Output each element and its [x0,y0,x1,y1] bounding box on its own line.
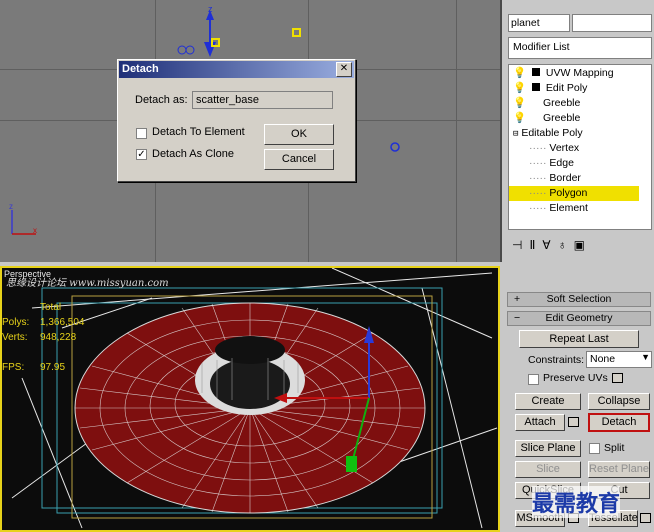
axis-z-label: z [208,4,213,14]
detach-as-clone-checkbox[interactable]: ✓ [136,149,147,160]
pivot-icon [390,142,400,152]
cancel-button[interactable]: Cancel [264,149,334,170]
subobject-label: Border [549,172,581,184]
settings-icon[interactable] [612,373,623,383]
subobject-label: Element [549,202,588,214]
object-name-extension [572,14,652,32]
subobject-border[interactable]: ····· Border [529,171,654,186]
close-button[interactable]: ✕ [336,62,352,77]
tripod-z-label: z [9,202,13,211]
bulb-icon[interactable]: 💡 [513,112,526,124]
subobject-polygon[interactable]: ····· Polygon [509,186,639,201]
expand-icon[interactable] [532,83,540,91]
stats-total: Total [40,302,62,313]
minus-icon: − [514,312,521,324]
bulb-icon[interactable]: 💡 [513,67,526,79]
stack-item-editable-poly[interactable]: ⊟ Editable Poly [513,126,647,141]
detach-button[interactable]: Detach [588,413,650,432]
stack-item-edit-poly[interactable]: 💡 Edit Poly [513,81,647,96]
subobject-label: Polygon [549,187,588,199]
subobject-label: Edge [549,157,574,169]
perspective-viewport[interactable]: 思缘设计论坛 www.missyuan.com Perspective Tota… [0,266,500,532]
reset-plane-button[interactable]: Reset Plane [588,461,650,478]
viewport-label[interactable]: Perspective [4,269,51,279]
rollout-title: Soft Selection [546,293,612,305]
preserve-uvs-checkbox[interactable] [528,374,539,385]
stack-item-label: Editable Poly [521,127,583,139]
stack-item-label: Edit Poly [545,82,588,94]
object-name-field[interactable] [508,14,570,32]
edit-geometry-rollout[interactable]: − Edit Geometry [507,311,651,326]
repeat-last-button[interactable]: Repeat Last [519,330,639,348]
stack-item-uvw-mapping[interactable]: 💡 UVW Mapping [513,66,647,81]
plus-icon: + [514,293,521,305]
subobject-label: Vertex [549,142,580,154]
watermark-bottom: 最需教育 [532,486,621,518]
verts-label: Verts: [2,332,28,343]
fps-label: FPS: [2,362,25,373]
subobject-element[interactable]: ····· Element [529,201,654,216]
attach-settings-icon[interactable] [568,417,579,427]
detach-dialog: Detach ✕ Detach as: Detach To Element ✓ … [117,59,356,182]
soft-selection-rollout[interactable]: + Soft Selection [507,292,651,307]
constraints-dropdown[interactable]: None ▼ [586,351,652,368]
verts-value: 948,228 [40,332,77,343]
remove-modifier-icon[interactable]: ♁ [558,238,574,252]
polys-value: 1,366,504 [40,317,85,328]
command-panel: Modifier List 💡 UVW Mapping 💡 Edit Poly … [502,0,654,532]
split-label: Split [604,442,625,454]
tessellate-settings-icon[interactable] [640,513,651,523]
make-unique-icon[interactable]: ∀ [542,238,557,252]
slice-button[interactable]: Slice [515,461,581,478]
split-checkbox[interactable] [589,443,600,454]
attach-button[interactable]: Attach [515,414,565,431]
subobject-vertex[interactable]: ····· Vertex [529,141,654,156]
chevron-down-icon: ▼ [641,352,650,362]
polys-label: Polys: [2,317,30,328]
stack-item-label: UVW Mapping [545,67,614,79]
expand-icon[interactable] [532,68,540,76]
transform-gizmo[interactable] [170,2,330,62]
subobject-edge[interactable]: ····· Edge [529,156,654,171]
modifier-list-dropdown[interactable]: Modifier List [508,37,652,59]
stack-item-greeble-1[interactable]: 💡 Greeble [513,96,647,111]
collapse-icon[interactable]: ⊟ [513,129,518,139]
detach-to-element-checkbox[interactable] [136,128,147,139]
stack-item-greeble-2[interactable]: 💡 Greeble [513,111,647,126]
show-end-result-icon[interactable]: Ⅱ [529,238,542,252]
preserve-uvs-label: Preserve UVs [543,372,608,384]
bulb-icon[interactable]: 💡 [513,82,526,94]
detach-as-clone-label: Detach As Clone [152,148,234,160]
create-button[interactable]: Create [515,393,581,410]
constraints-label: Constraints: [528,354,585,366]
stack-item-label: Greeble [543,97,581,109]
detach-name-input[interactable] [192,91,333,109]
detach-as-label: Detach as: [135,94,188,106]
mesh-render [11,268,498,529]
pin-stack-icon[interactable]: ⊣ [512,238,529,252]
dialog-title: Detach [119,61,354,78]
configure-sets-icon[interactable]: ▣ [574,238,592,252]
bulb-icon[interactable]: 💡 [513,97,526,109]
fps-value: 97.95 [40,362,66,373]
detach-to-element-label: Detach To Element [152,126,245,138]
modifier-stack[interactable]: 💡 UVW Mapping 💡 Edit Poly 💡 Greeble 💡 Gr… [508,64,652,230]
rollout-title: Edit Geometry [545,312,613,324]
ok-button[interactable]: OK [264,124,334,145]
slice-plane-button[interactable]: Slice Plane [515,440,581,457]
stack-toolbar: ⊣Ⅱ∀♁▣ [512,238,648,254]
collapse-button[interactable]: Collapse [588,393,650,410]
constraints-value: None [590,353,616,365]
tripod-x-label: x [33,226,37,235]
stack-item-label: Greeble [543,112,581,124]
